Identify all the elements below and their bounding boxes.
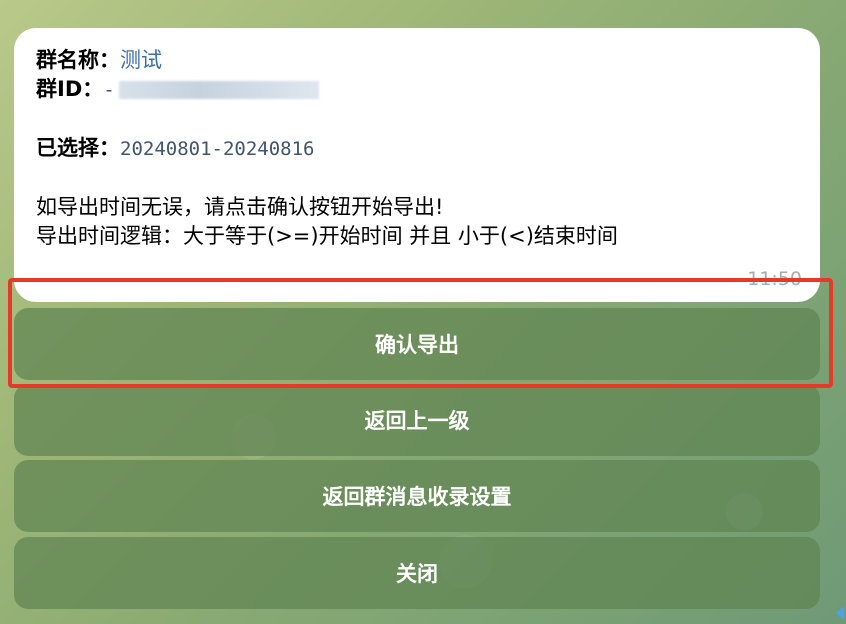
bot-message-bubble: 群名称：测试 群ID：- 已选择：20240801-20240816 如导出时间… [14, 28, 820, 302]
back-one-level-label: 返回上一级 [364, 409, 470, 433]
close-button[interactable]: 关闭 [14, 537, 820, 609]
group-name-label: 群名称 [36, 48, 99, 72]
selected-row: 已选择：20240801-20240816 [36, 134, 798, 164]
group-name-row: 群名称：测试 [36, 46, 798, 75]
group-id-row: 群ID：- [36, 75, 798, 105]
group-id-label: 群ID [36, 77, 83, 101]
label-colon: ： [82, 77, 104, 101]
group-name-value: 测试 [120, 48, 162, 72]
confirm-export-label: 确认导出 [375, 333, 459, 357]
arrow-left-icon [836, 606, 844, 620]
selected-label: 已选择 [36, 136, 99, 160]
message-timestamp: 11:50 [747, 265, 802, 294]
selected-date-range: 20240801-20240816 [120, 138, 315, 160]
group-id-redacted [118, 81, 319, 99]
label-colon: ： [99, 48, 120, 72]
group-id-prefix: - [103, 79, 115, 101]
export-logic-line: 导出时间逻辑：大于等于(>=)开始时间 并且 小于(<)结束时间 [36, 224, 618, 248]
confirm-export-button[interactable]: 确认导出 [14, 308, 820, 380]
close-label: 关闭 [396, 562, 438, 586]
confirm-instruction: 如导出时间无误，请点击确认按钮开始导出! [36, 195, 444, 219]
label-colon: ： [99, 136, 120, 160]
back-to-settings-label: 返回群消息收录设置 [322, 485, 512, 509]
back-one-level-button[interactable]: 返回上一级 [14, 384, 820, 456]
back-to-settings-button[interactable]: 返回群消息收录设置 [14, 460, 820, 532]
